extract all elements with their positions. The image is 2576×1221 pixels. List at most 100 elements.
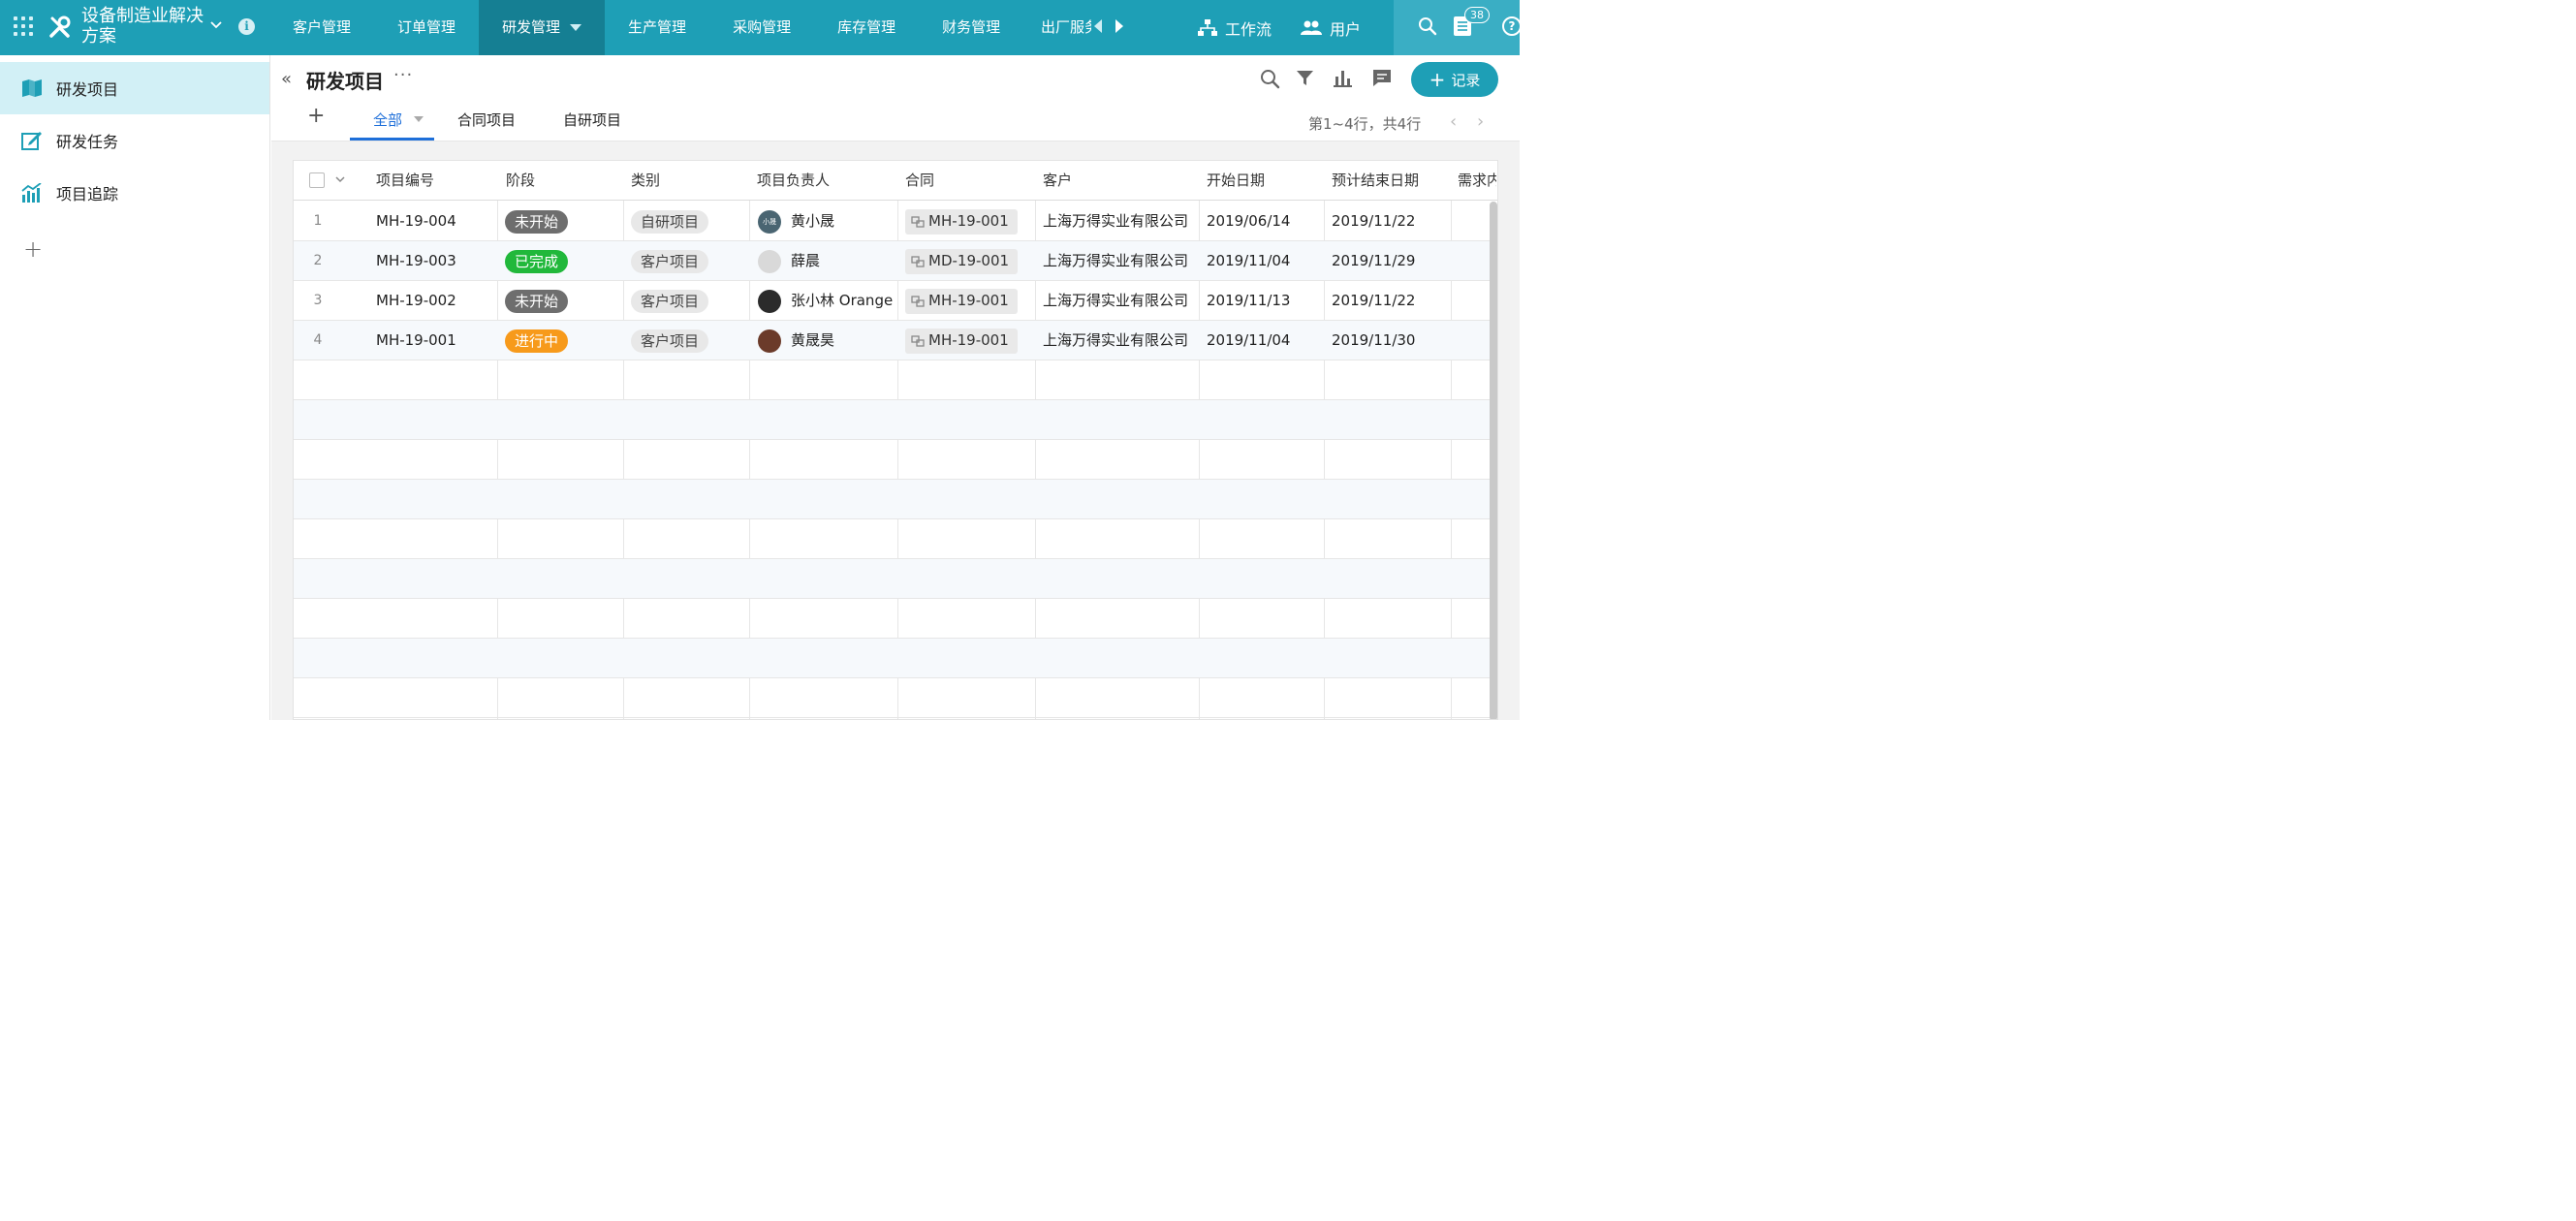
- search-icon[interactable]: [1418, 16, 1437, 36]
- start-date-cell[interactable]: 2019/11/04: [1207, 321, 1290, 360]
- category-cell[interactable]: 客户项目: [631, 321, 709, 360]
- more-options-icon[interactable]: ···: [393, 65, 413, 85]
- customer-cell[interactable]: 上海万得实业有限公司: [1043, 202, 1188, 241]
- empty-row[interactable]: [294, 400, 1497, 440]
- category-cell[interactable]: 客户项目: [631, 281, 709, 321]
- customer-cell[interactable]: 上海万得实业有限公司: [1043, 281, 1188, 321]
- tab-caret-down-icon[interactable]: [414, 116, 424, 122]
- nav-item-rd[interactable]: 研发管理: [479, 0, 606, 55]
- empty-row[interactable]: [294, 440, 1497, 480]
- sidebar-item-label: 研发项目: [56, 80, 119, 99]
- start-date-cell[interactable]: 2019/06/14: [1207, 202, 1290, 241]
- empty-row[interactable]: [294, 599, 1497, 639]
- table-row[interactable]: 3 MH-19-002 未开始 客户项目 张小林 Orange MH-19-001 上海万得…: [294, 281, 1497, 321]
- end-date-cell[interactable]: 2019/11/29: [1332, 241, 1415, 281]
- contract-link[interactable]: MH-19-001: [905, 288, 1018, 314]
- nav-item-inventory[interactable]: 库存管理: [814, 0, 919, 55]
- chevron-down-icon[interactable]: [207, 16, 225, 34]
- end-date-cell[interactable]: 2019/11/30: [1332, 321, 1415, 360]
- nav-item-finance[interactable]: 财务管理: [919, 0, 1023, 55]
- contract-link[interactable]: MH-19-001: [905, 328, 1018, 354]
- category-cell[interactable]: 自研项目: [631, 202, 709, 241]
- contract-cell[interactable]: MH-19-001: [905, 321, 1018, 360]
- column-header[interactable]: 需求内: [1458, 161, 1496, 201]
- stage-cell[interactable]: 已完成: [505, 241, 569, 281]
- contract-link[interactable]: MH-19-001: [905, 208, 1018, 235]
- column-header[interactable]: 类别: [631, 161, 660, 201]
- column-header[interactable]: 项目编号: [376, 161, 434, 201]
- help-icon[interactable]: ?: [1502, 16, 1522, 36]
- table-row[interactable]: 4 MH-19-001 进行中 客户项目 黄晟昊 MH-19-001 上海万得实业有限公司 2…: [294, 321, 1497, 360]
- owner-cell[interactable]: 黄晟昊: [758, 321, 834, 360]
- owner-cell[interactable]: 小晟 黄小晟: [758, 202, 834, 241]
- info-icon[interactable]: i: [238, 18, 255, 35]
- stage-cell[interactable]: 进行中: [505, 321, 569, 360]
- owner-cell[interactable]: 薛晨: [758, 241, 820, 281]
- tab-all[interactable]: 全部: [373, 110, 402, 130]
- sidebar-item-rd-tasks[interactable]: 研发任务: [0, 114, 269, 167]
- add-view-button[interactable]: +: [307, 106, 325, 127]
- column-header[interactable]: 开始日期: [1207, 161, 1265, 201]
- nav-scroll-right-icon[interactable]: [1115, 19, 1123, 33]
- start-date-cell[interactable]: 2019/11/04: [1207, 241, 1290, 281]
- users-button[interactable]: 用户: [1301, 0, 1361, 55]
- collapse-sidebar-icon[interactable]: «: [281, 69, 292, 89]
- project-code-cell[interactable]: MH-19-004: [376, 202, 456, 241]
- column-header[interactable]: 合同: [905, 161, 934, 201]
- add-page-button[interactable]: +: [23, 237, 43, 261]
- project-code-cell[interactable]: MH-19-003: [376, 241, 456, 281]
- contract-cell[interactable]: MD-19-001: [905, 241, 1019, 281]
- stage-cell[interactable]: 未开始: [505, 202, 569, 241]
- avatar: [758, 289, 781, 313]
- tab-self-projects[interactable]: 自研项目: [563, 110, 621, 130]
- customer-cell[interactable]: 上海万得实业有限公司: [1043, 321, 1188, 360]
- column-header[interactable]: 项目负责人: [757, 161, 830, 201]
- nav-item-customers[interactable]: 客户管理: [269, 0, 374, 55]
- nav-item-purchasing[interactable]: 采购管理: [709, 0, 814, 55]
- vertical-scrollbar[interactable]: [1490, 202, 1497, 719]
- end-date-cell[interactable]: 2019/11/22: [1332, 202, 1415, 241]
- sidebar-item-rd-projects[interactable]: 研发项目: [0, 62, 269, 114]
- empty-row[interactable]: [294, 480, 1497, 519]
- contract-cell[interactable]: MH-19-001: [905, 281, 1018, 321]
- table-row[interactable]: 2 MH-19-003 已完成 客户项目 薛晨 MD-19-001 上海万得实业有限公司 20…: [294, 241, 1497, 281]
- empty-row[interactable]: [294, 559, 1497, 599]
- category-cell[interactable]: 客户项目: [631, 241, 709, 281]
- add-record-button[interactable]: + 记录: [1411, 62, 1498, 97]
- project-code-cell[interactable]: MH-19-001: [376, 321, 456, 360]
- search-icon[interactable]: [1260, 69, 1280, 89]
- project-code-cell[interactable]: MH-19-002: [376, 281, 456, 321]
- end-date-cell[interactable]: 2019/11/22: [1332, 281, 1415, 321]
- empty-row[interactable]: [294, 678, 1497, 718]
- apps-grid-icon[interactable]: [14, 16, 33, 36]
- filter-icon[interactable]: [1296, 69, 1314, 87]
- empty-row[interactable]: [294, 519, 1497, 559]
- empty-row[interactable]: [294, 639, 1497, 678]
- sidebar-item-project-tracking[interactable]: 项目追踪: [0, 167, 269, 219]
- column-header[interactable]: 阶段: [506, 161, 535, 201]
- column-header[interactable]: 客户: [1043, 161, 1072, 201]
- customer-cell[interactable]: 上海万得实业有限公司: [1043, 241, 1188, 281]
- column-header[interactable]: 预计结束日期: [1332, 161, 1419, 201]
- tab-contract-projects[interactable]: 合同项目: [457, 110, 516, 130]
- row-number: 3: [313, 293, 323, 308]
- contract-code: MH-19-001: [928, 212, 1009, 230]
- nav-item-production[interactable]: 生产管理: [605, 0, 709, 55]
- nav-item-orders[interactable]: 订单管理: [374, 0, 479, 55]
- select-all-checkbox[interactable]: [309, 172, 325, 188]
- contract-cell[interactable]: MH-19-001: [905, 202, 1018, 241]
- empty-row[interactable]: [294, 360, 1497, 400]
- start-date-cell[interactable]: 2019/11/13: [1207, 281, 1290, 321]
- comment-icon[interactable]: [1372, 69, 1392, 87]
- nav-scroll-left-icon[interactable]: [1094, 19, 1102, 33]
- chevron-down-icon[interactable]: [334, 173, 346, 185]
- nav-item-service[interactable]: 出厂服务: [1041, 0, 1091, 55]
- table-row[interactable]: 1 MH-19-004 未开始 自研项目 小晟 黄小晟 MH-19-001 上海万得实业有限公…: [294, 202, 1497, 241]
- next-page-icon[interactable]: ›: [1477, 111, 1484, 132]
- prev-page-icon[interactable]: ‹: [1450, 111, 1457, 132]
- bar-chart-icon[interactable]: [1334, 69, 1352, 87]
- workflow-button[interactable]: 工作流: [1198, 0, 1272, 55]
- contract-link[interactable]: MD-19-001: [905, 248, 1019, 274]
- stage-cell[interactable]: 未开始: [505, 281, 569, 321]
- owner-cell[interactable]: 张小林 Orange: [758, 281, 893, 321]
